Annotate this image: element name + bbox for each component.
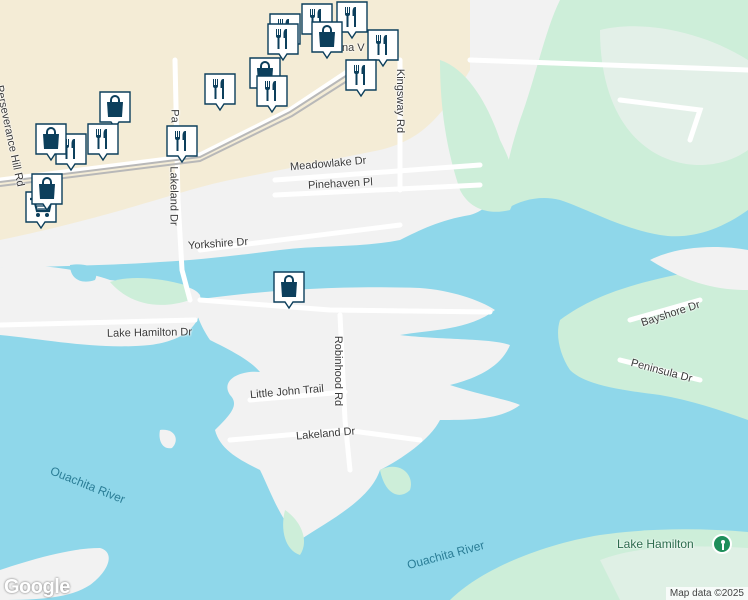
shopping-marker[interactable] (272, 270, 306, 310)
road-label-kingsway: Kingsway Rd (394, 68, 407, 134)
restaurant-marker[interactable] (366, 28, 400, 68)
restaurant-marker[interactable] (165, 124, 199, 164)
poi-label-lake-hamilton[interactable]: Lake Hamilton (617, 537, 694, 551)
shopping-marker[interactable] (98, 90, 132, 130)
shopping-marker[interactable] (310, 20, 344, 60)
restaurant-marker[interactable] (203, 72, 237, 112)
map-canvas[interactable]: Meadowlake Dr Pinehaven Pl Yorkshire Dr … (0, 0, 748, 600)
road-label-robinhood: Robinhood Rd (332, 335, 345, 407)
restaurant-marker[interactable] (344, 58, 378, 98)
shopping-marker[interactable] (34, 122, 68, 162)
restaurant-marker[interactable] (255, 74, 289, 114)
restaurant-marker[interactable] (266, 22, 300, 62)
road-label-lakeland-north: Lakeland Dr (167, 166, 180, 226)
shopping-marker[interactable] (30, 172, 64, 212)
road-label-nav: na V (342, 42, 365, 54)
location-pin-icon[interactable] (712, 534, 732, 554)
road-label-pa: Pa (168, 109, 181, 123)
google-logo: Google (4, 576, 70, 598)
restaurant-marker[interactable] (86, 122, 120, 162)
map-attribution[interactable]: Map data ©2025 (665, 587, 748, 600)
road-label-lake-hamilton: Lake Hamilton Dr (106, 326, 193, 340)
